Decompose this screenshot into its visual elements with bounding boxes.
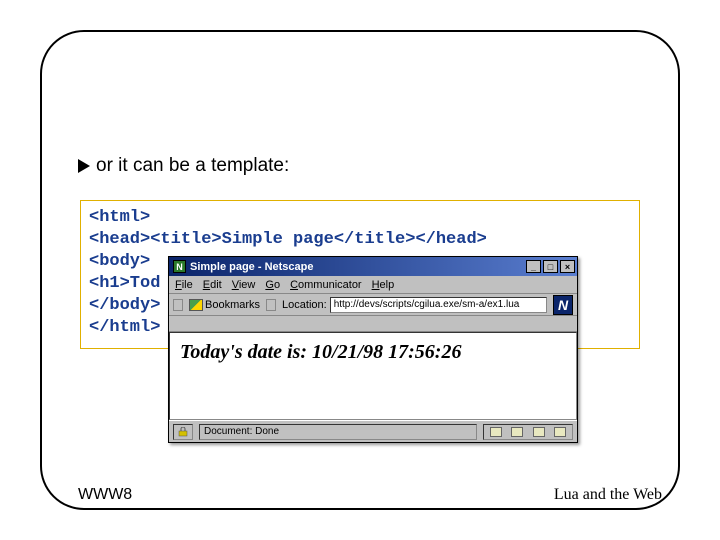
bookmarks-label: Bookmarks bbox=[205, 299, 260, 311]
code-line: <body> bbox=[89, 252, 150, 271]
netscape-logo-icon: N bbox=[553, 295, 573, 315]
menu-file[interactable]: File bbox=[175, 279, 193, 291]
menu-view[interactable]: View bbox=[232, 279, 256, 291]
location-value: http://devs/scripts/cgilua.exe/sm-a/ex1.… bbox=[334, 299, 520, 310]
code-line: </body> bbox=[89, 296, 160, 315]
menu-go[interactable]: Go bbox=[265, 279, 280, 291]
location-label: Location: bbox=[282, 299, 327, 311]
code-line: <html> bbox=[89, 208, 150, 227]
bookmarks-icon bbox=[189, 299, 203, 311]
location-bar: Location: http://devs/scripts/cgilua.exe… bbox=[282, 297, 547, 313]
status-message: Document: Done bbox=[204, 426, 279, 437]
window-title: Simple page - Netscape bbox=[190, 261, 522, 273]
status-bar: Document: Done bbox=[169, 420, 577, 442]
status-tray-icon[interactable] bbox=[554, 427, 566, 437]
toolbar: Bookmarks Location: http://devs/scripts/… bbox=[169, 294, 577, 316]
security-lock-icon[interactable] bbox=[173, 424, 193, 440]
page-heading: Today's date is: 10/21/98 17:56:26 bbox=[180, 341, 566, 364]
menu-edit[interactable]: Edit bbox=[203, 279, 222, 291]
netscape-app-icon: N bbox=[173, 260, 186, 273]
maximize-button[interactable]: □ bbox=[543, 260, 558, 273]
bullet-arrow-icon bbox=[78, 159, 90, 173]
close-button[interactable]: × bbox=[560, 260, 575, 273]
browser-content: Today's date is: 10/21/98 17:56:26 bbox=[169, 332, 577, 420]
footer-right: Lua and the Web bbox=[554, 486, 662, 504]
location-input[interactable]: http://devs/scripts/cgilua.exe/sm-a/ex1.… bbox=[330, 297, 547, 313]
menu-communicator[interactable]: Communicator bbox=[290, 279, 362, 291]
code-line: </html> bbox=[89, 318, 160, 337]
code-line: <h1>Tod bbox=[89, 274, 160, 293]
window-controls: _ □ × bbox=[526, 260, 575, 273]
bullet-text: or it can be a template: bbox=[96, 155, 289, 177]
drag-handle-icon[interactable] bbox=[266, 299, 276, 311]
footer-left: WWW8 bbox=[78, 486, 132, 504]
status-tray-icon[interactable] bbox=[533, 427, 545, 437]
bullet-item: or it can be a template: bbox=[78, 155, 289, 177]
netscape-window: N Simple page - Netscape _ □ × File Edit… bbox=[168, 256, 578, 443]
toolbar-grip-icon[interactable] bbox=[173, 299, 183, 311]
status-tray-icon[interactable] bbox=[511, 427, 523, 437]
menu-help[interactable]: Help bbox=[372, 279, 395, 291]
code-line: <head><title>Simple page</title></head> bbox=[89, 230, 487, 249]
menu-bar: File Edit View Go Communicator Help bbox=[169, 276, 577, 294]
minimize-button[interactable]: _ bbox=[526, 260, 541, 273]
bookmarks-button[interactable]: Bookmarks bbox=[189, 299, 260, 311]
links-bar bbox=[169, 316, 577, 332]
status-tray-icon[interactable] bbox=[490, 427, 502, 437]
status-text: Document: Done bbox=[199, 424, 477, 440]
title-bar: N Simple page - Netscape _ □ × bbox=[169, 257, 577, 276]
status-tray bbox=[483, 424, 573, 440]
